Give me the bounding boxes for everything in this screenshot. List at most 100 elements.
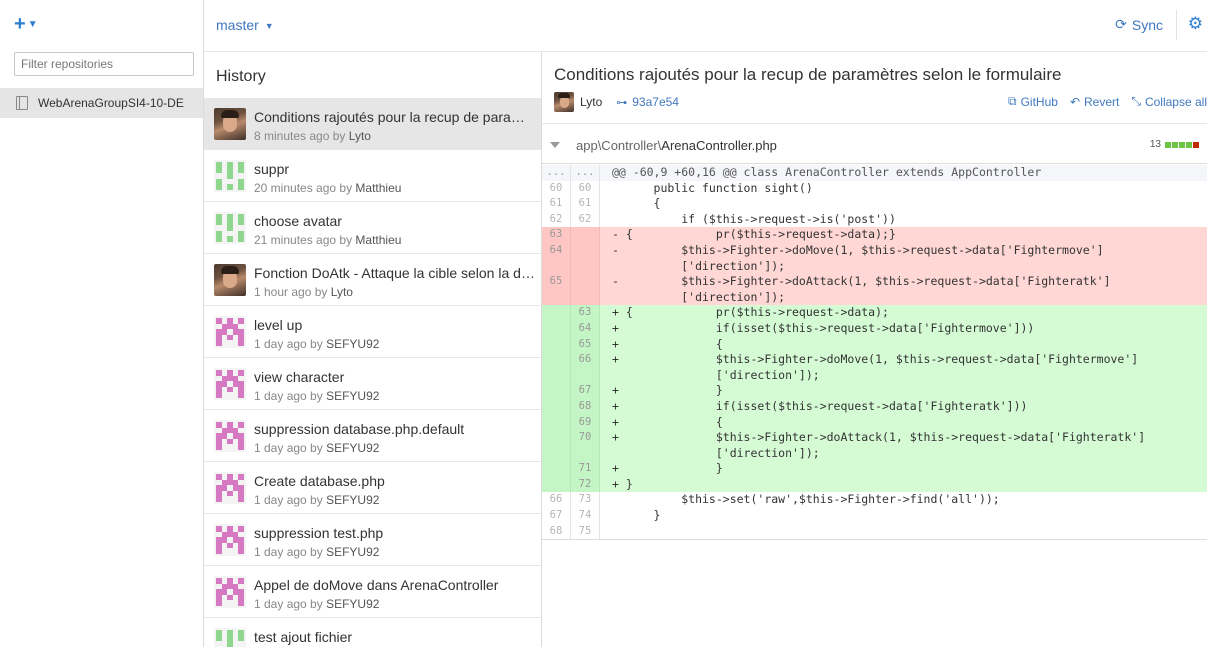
author-avatar <box>214 212 246 244</box>
commit-message: Create database.php <box>254 473 385 489</box>
diff-code: $this->set('raw',$this->Fighter->find('a… <box>612 492 1000 507</box>
commit-row[interactable]: Conditions rajoutés pour la recup de par… <box>204 98 541 150</box>
old-line-number: ... <box>542 165 571 181</box>
collapse-icon: ⤡ <box>1131 94 1141 108</box>
sync-icon: ⟳ <box>1115 16 1127 32</box>
commit-row[interactable]: suppression database.php.default 1 day ag… <box>204 410 541 462</box>
author-avatar <box>214 576 246 608</box>
diff-code: if ($this->request->is('post')) <box>612 211 896 226</box>
commit-time: 1 day ago by <box>254 493 323 507</box>
stat-block-add <box>1179 141 1185 148</box>
commit-row[interactable]: suppr 20 minutes ago by Matthieu <box>204 150 541 202</box>
commit-meta: 1 day ago by SEFYU92 <box>254 337 379 351</box>
branch-selector[interactable]: master ▼ <box>216 17 274 33</box>
diff-code: + { <box>612 414 723 429</box>
new-line-number: 72 <box>571 476 600 493</box>
commit-author: SEFYU92 <box>326 493 380 507</box>
diff-code: + { <box>612 336 723 351</box>
new-line-number: 64 <box>571 320 600 337</box>
commit-time: 1 day ago by <box>254 389 323 403</box>
new-line-number: ... <box>571 165 600 181</box>
old-line-number: 66 <box>542 492 571 509</box>
author-avatar <box>214 368 246 400</box>
file-header[interactable]: app\Controller\ArenaController.php 13 <box>542 131 1207 164</box>
commit-sha-link[interactable]: ⊶ 93a7e54 <box>616 95 679 109</box>
commit-time: 1 day ago by <box>254 337 323 351</box>
commit-author: Lyto <box>348 129 371 143</box>
commit-row[interactable]: suppression test.php 1 day ago by SEFYU92 <box>204 514 541 566</box>
commit-detail-panel: Conditions rajoutés pour la recup de par… <box>542 52 1207 647</box>
revert-button[interactable]: ↶ Revert <box>1070 94 1119 109</box>
old-line-number <box>542 367 571 384</box>
commit-row[interactable]: Create database.php 1 day ago by SEFYU92 <box>204 462 541 514</box>
author-avatar <box>554 92 574 112</box>
collapse-all-button[interactable]: ⤡ Collapse all <box>1131 94 1207 109</box>
new-line-number: 63 <box>571 305 600 321</box>
old-line-number: 63 <box>542 227 571 243</box>
diff-line: 68 75 <box>542 523 1207 540</box>
collapse-toggle-icon[interactable] <box>550 142 560 148</box>
new-line-number <box>571 445 600 462</box>
diff-line: 66 73 $this->set('raw',$this->Fighter->fi… <box>542 492 1207 509</box>
commit-author: SEFYU92 <box>326 597 380 611</box>
old-line-number <box>542 430 571 446</box>
commit-row[interactable]: test ajout fichier <box>204 618 541 647</box>
commit-row[interactable]: choose avatar 21 minutes ago by Matthieu <box>204 202 541 254</box>
diff-code <box>600 524 1207 540</box>
old-line-number <box>542 461 571 477</box>
commit-title: Conditions rajoutés pour la recup de par… <box>554 65 1062 84</box>
diff-line: 70 + $this->Fighter->doAttack(1, $this->r… <box>542 430 1207 446</box>
add-repository-button[interactable]: + ▼ <box>14 14 38 38</box>
external-link-icon: ⧉ <box>1008 94 1017 108</box>
old-line-number <box>542 305 571 321</box>
commit-time: 1 day ago by <box>254 597 323 611</box>
github-button[interactable]: ⧉ GitHub <box>1008 94 1058 109</box>
new-line-number: 60 <box>571 180 600 197</box>
chevron-down-icon: ▼ <box>264 21 274 31</box>
stat-block-add <box>1172 141 1178 148</box>
file-name: ArenaController.php <box>661 138 777 153</box>
new-line-number: 61 <box>571 196 600 212</box>
stat-block-del <box>1193 141 1199 148</box>
commit-meta: 20 minutes ago by Matthieu <box>254 181 401 195</box>
commit-time: 1 day ago by <box>254 545 323 559</box>
old-line-number: 68 <box>542 523 571 540</box>
commit-author: SEFYU92 <box>326 545 380 559</box>
diff-code: + $this->Fighter->doMove(1, $this->reque… <box>612 352 1139 367</box>
commit-meta: 1 day ago by SEFYU92 <box>254 389 379 403</box>
new-line-number: 65 <box>571 336 600 353</box>
new-line-number <box>571 227 600 243</box>
branch-name: master <box>216 17 259 33</box>
diff-code: - $this->Fighter->doAttack(1, $this->req… <box>612 274 1111 289</box>
new-line-number: 68 <box>571 398 600 415</box>
diff-code: + } <box>612 476 633 491</box>
old-line-number: 65 <box>542 274 571 290</box>
author-avatar <box>214 108 246 140</box>
commit-meta: 1 day ago by SEFYU92 <box>254 545 379 559</box>
commit-time: 21 minutes ago by <box>254 233 353 247</box>
filter-repositories-input[interactable] <box>14 52 194 76</box>
sync-button[interactable]: ⟳ Sync <box>1115 16 1163 33</box>
file-path: app\Controller\ArenaController.php <box>576 138 777 153</box>
commit-row[interactable]: view character 1 day ago by SEFYU92 <box>204 358 541 410</box>
old-line-number <box>542 289 571 306</box>
new-line-number: 62 <box>571 211 600 228</box>
history-title: History <box>216 68 266 85</box>
author-avatar <box>214 420 246 452</box>
commit-row[interactable]: level up 1 day ago by SEFYU92 <box>204 306 541 358</box>
diff-line: 61 61 { <box>542 196 1207 212</box>
commit-row[interactable]: Fonction DoAtk - Attaque la cible selon … <box>204 254 541 306</box>
new-line-number <box>571 367 600 384</box>
commit-message: view character <box>254 369 345 385</box>
commit-list: Conditions rajoutés pour la recup de par… <box>204 98 541 647</box>
diff-view: ...... @@ -60,9 +60,16 @@ class ArenaCont… <box>542 165 1207 541</box>
old-line-number <box>542 320 571 337</box>
old-line-number <box>542 383 571 399</box>
gear-icon[interactable]: ⚙ <box>1188 14 1203 34</box>
commit-message: test ajout fichier <box>254 629 353 645</box>
diff-code: ['direction']); <box>612 289 786 304</box>
diff-code: + } <box>612 383 723 398</box>
repository-item[interactable]: WebArenaGroupSI4-10-DE <box>0 88 203 118</box>
commit-row[interactable]: Appel de doMove dans ArenaController 1 da… <box>204 566 541 618</box>
diff-code: ['direction']); <box>612 367 820 382</box>
